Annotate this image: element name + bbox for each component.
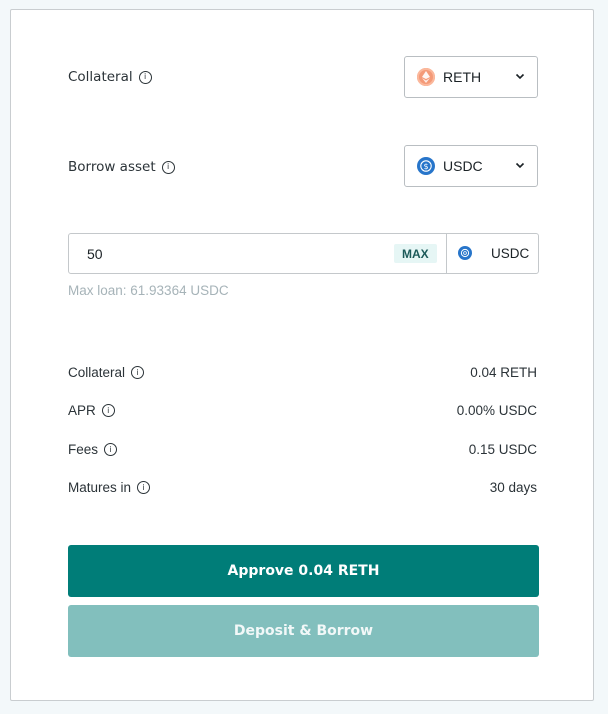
borrow-asset-symbol: USDC <box>443 158 483 174</box>
detail-collateral-value: 0.04 RETH <box>470 365 537 380</box>
info-icon[interactable] <box>131 366 145 379</box>
usdc-token-icon <box>458 246 472 260</box>
detail-apr-label: APR <box>68 403 115 418</box>
detail-label-text: Fees <box>68 442 99 457</box>
borrow-amount-input[interactable] <box>85 244 389 263</box>
info-icon[interactable] <box>161 160 175 174</box>
chevron-down-icon <box>515 73 525 80</box>
borrow-card: Collateral RETH Borrow asset $ USDC MAX … <box>10 9 594 701</box>
detail-fees-value: 0.15 USDC <box>468 442 537 457</box>
detail-matures-value: 30 days <box>489 480 537 495</box>
detail-label-text: Collateral <box>68 365 126 380</box>
info-icon[interactable] <box>104 443 118 456</box>
usdc-token-icon: $ <box>417 157 435 175</box>
info-icon[interactable] <box>101 404 115 417</box>
collateral-symbol: RETH <box>443 69 482 85</box>
detail-matures-label: Matures in <box>68 480 151 495</box>
divider <box>446 234 447 273</box>
borrow-amount-field: MAX USDC <box>68 233 539 274</box>
detail-apr-value: 0.00% USDC <box>456 403 537 418</box>
borrow-asset-select[interactable]: $ USDC <box>404 145 538 187</box>
detail-fees-label: Fees <box>68 442 118 457</box>
reth-token-icon <box>417 68 435 86</box>
borrow-asset-label: Borrow asset <box>68 159 156 175</box>
chevron-down-icon <box>515 162 525 169</box>
detail-collateral-label: Collateral <box>68 365 145 380</box>
deposit-borrow-button[interactable]: Deposit & Borrow <box>68 605 539 657</box>
approve-button[interactable]: Approve 0.04 RETH <box>68 545 539 597</box>
detail-label-text: Matures in <box>68 480 132 495</box>
max-button[interactable]: MAX <box>394 244 437 263</box>
amount-token-symbol: USDC <box>491 246 530 261</box>
borrow-asset-label-row: Borrow asset <box>68 159 175 175</box>
detail-label-text: APR <box>68 403 96 418</box>
info-icon[interactable] <box>137 481 151 494</box>
info-icon[interactable] <box>138 70 152 84</box>
max-loan-hint: Max loan: 61.93364 USDC <box>68 283 229 298</box>
collateral-select[interactable]: RETH <box>404 56 538 98</box>
amount-token: USDC <box>458 246 529 261</box>
collateral-label-row: Collateral <box>68 69 152 85</box>
svg-text:$: $ <box>423 162 428 171</box>
collateral-label: Collateral <box>68 69 133 85</box>
